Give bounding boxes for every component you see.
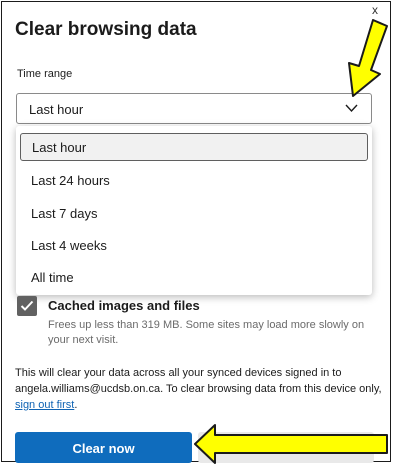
time-range-selected-value: Last hour [29,102,84,117]
sync-note-text: This will clear your data across all you… [15,367,382,395]
cached-images-label: Cached images and files [48,298,200,313]
cached-images-checkbox[interactable] [17,296,37,316]
checkmark-icon [20,300,34,311]
sync-note-end: . [74,399,78,411]
option-all-time[interactable]: All time [16,261,372,293]
time-range-label: Time range [17,68,73,80]
yellow-arrow-icon [348,19,388,97]
chevron-down-icon [345,104,358,113]
sync-note: This will clear your data across all you… [15,365,387,413]
dialog-title: Clear browsing data [15,19,197,40]
option-last-7-days[interactable]: Last 7 days [16,197,372,229]
option-last-4-weeks[interactable]: Last 4 weeks [16,229,372,261]
time-range-dropdown: Last hour Last 24 hours Last 7 days Last… [16,126,372,295]
clear-now-button[interactable]: Clear now [15,432,192,463]
close-icon[interactable]: x [372,4,378,16]
clear-browsing-data-dialog: Clear browsing data x Time range Last ho… [1,1,391,463]
cached-images-description: Frees up less than 319 MB. Some sites ma… [48,319,365,346]
sign-out-first-link[interactable]: sign out first [15,399,74,411]
option-last-hour[interactable]: Last hour [20,133,368,161]
option-last-24-hours[interactable]: Last 24 hours [16,164,372,196]
time-range-select[interactable]: Last hour [16,93,372,124]
yellow-arrow-icon [194,424,388,464]
